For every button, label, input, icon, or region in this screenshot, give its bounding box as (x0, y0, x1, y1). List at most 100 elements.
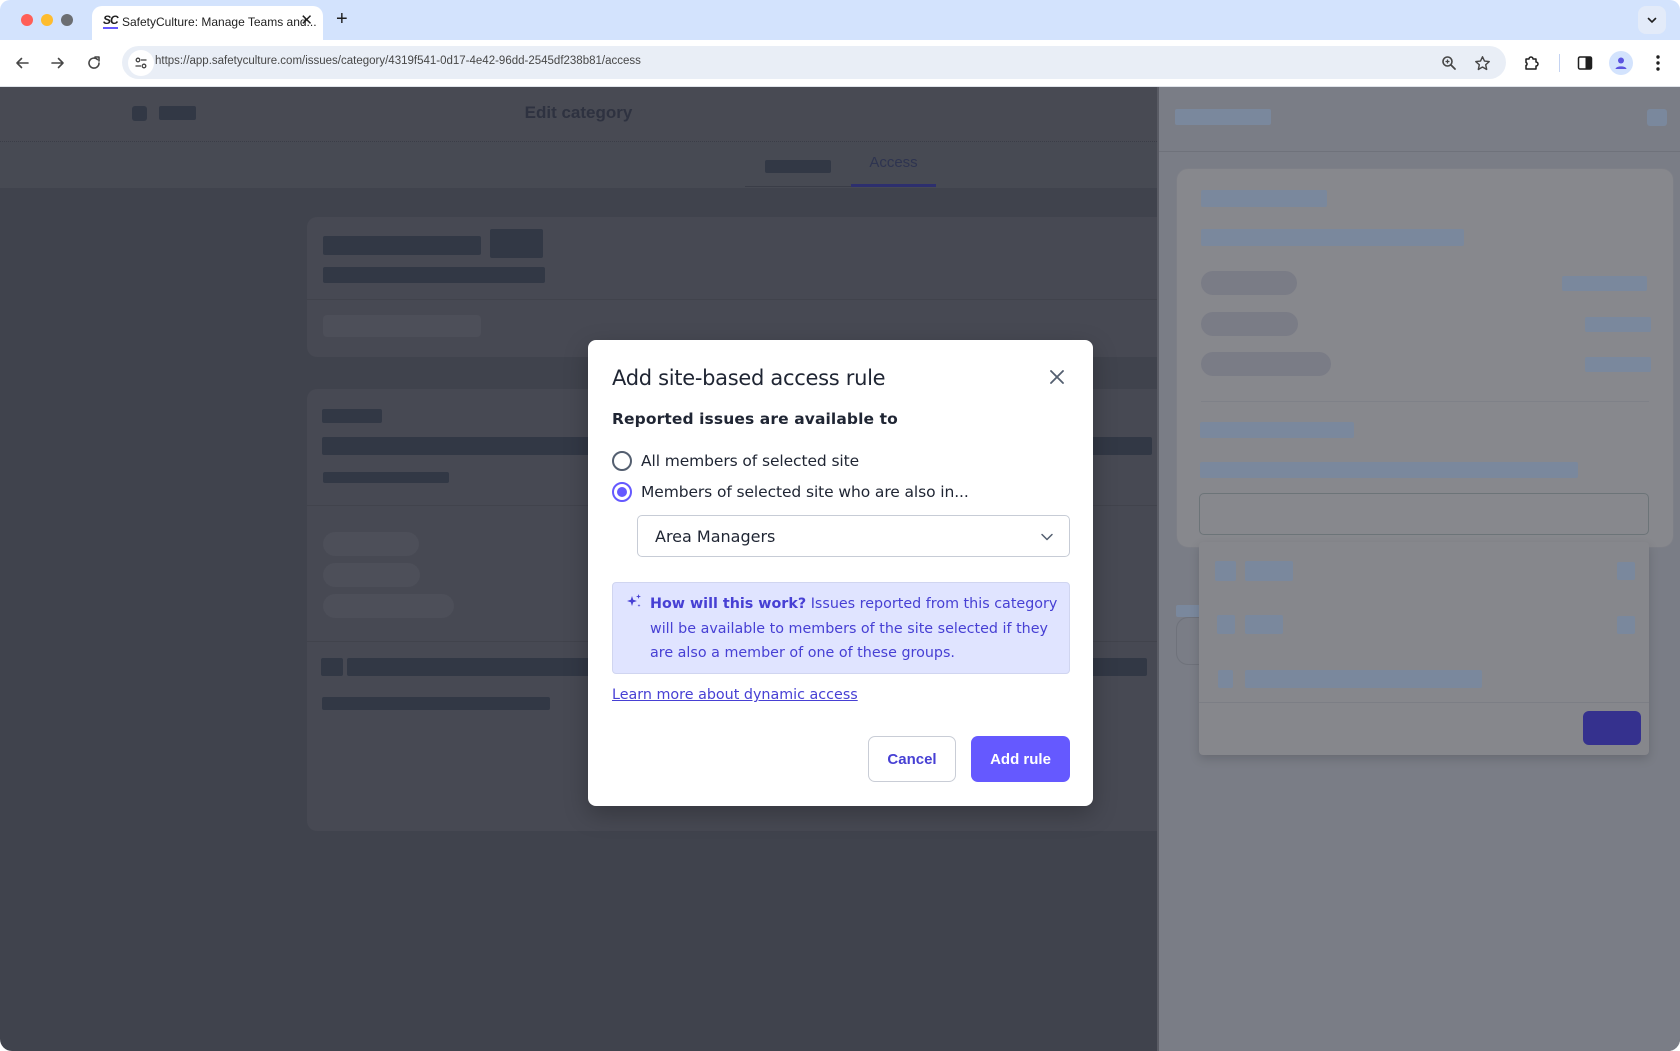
skeleton-badge (490, 229, 543, 258)
tab-search-button[interactable] (1638, 6, 1666, 34)
close-dialog-button[interactable] (1044, 364, 1070, 390)
browser-tab-strip: SC SafetyCulture: Manage Teams and... ✕ … (0, 0, 1680, 40)
skeleton-line (323, 267, 545, 283)
site-settings-icon (135, 57, 147, 69)
sparkle-icon (627, 594, 641, 607)
browser-toolbar: https://app.safetyculture.com/issues/cat… (0, 40, 1680, 87)
skeleton-line (1562, 276, 1647, 291)
profile-icon (1615, 57, 1627, 69)
skeleton-icon (1617, 616, 1635, 634)
side-panel-button[interactable] (1572, 50, 1598, 76)
info-heading: How will this work? (650, 596, 807, 612)
info-callout: How will this work? Issues reported from… (612, 582, 1070, 674)
dropdown-confirm-button[interactable] (1583, 711, 1641, 745)
dialog-title: Add site-based access rule (612, 366, 886, 390)
side-panel-close-skeleton[interactable] (1647, 109, 1667, 126)
star-icon (1474, 55, 1490, 70)
back-arrow-icon (16, 57, 29, 69)
bookmark-button[interactable] (1472, 53, 1492, 73)
learn-more-link[interactable]: Learn more about dynamic access (612, 687, 858, 703)
forward-button[interactable] (45, 50, 71, 76)
radio-unchecked-icon[interactable] (612, 451, 632, 471)
page-title: Edit category (524, 103, 633, 122)
skeleton-line (322, 409, 382, 423)
skeleton-line (323, 236, 481, 255)
more-menu-button[interactable] (1645, 50, 1671, 76)
browser-tab[interactable]: SC SafetyCulture: Manage Teams and... ✕ (92, 6, 323, 40)
skeleton-pill (1201, 271, 1297, 295)
radio-label: Members of selected site who are also in… (641, 483, 969, 501)
skeleton-pill (323, 532, 419, 556)
site-settings-button[interactable] (128, 50, 154, 76)
skeleton-line (1245, 670, 1482, 688)
extensions-button[interactable] (1519, 50, 1545, 76)
side-panel-dropdown (1199, 542, 1649, 755)
reload-icon (88, 56, 100, 69)
skeleton-line (1200, 422, 1354, 438)
skeleton-pill (323, 315, 481, 337)
skeleton-line (1585, 357, 1651, 372)
radio-members-also-in[interactable]: Members of selected site who are also in… (612, 482, 969, 502)
tab-close-icon[interactable]: ✕ (300, 12, 313, 30)
tab-details-skeleton[interactable] (765, 160, 831, 173)
zoom-button[interactable] (1439, 53, 1459, 73)
availability-label: Reported issues are available to (612, 410, 898, 428)
window-maximize-button[interactable] (61, 14, 73, 26)
side-panel-title-skeleton (1175, 109, 1271, 125)
radio-all-members[interactable]: All members of selected site (612, 451, 859, 471)
side-panel-header-divider (1159, 151, 1680, 152)
side-panel-group-select[interactable] (1199, 493, 1649, 535)
close-icon (1050, 370, 1064, 384)
safetyculture-favicon-icon: SC (103, 13, 119, 29)
skeleton-line (1200, 462, 1578, 478)
card-divider (307, 299, 1177, 300)
add-rule-button[interactable]: Add rule (971, 736, 1070, 782)
skeleton-line (1245, 615, 1283, 634)
info-text: How will this work? Issues reported from… (650, 592, 1062, 666)
forward-arrow-icon (51, 57, 64, 69)
skeleton-icon (1617, 562, 1635, 580)
dropdown-option-checkbox[interactable] (1215, 561, 1236, 581)
page-header: Edit category (0, 87, 1157, 142)
skeleton-pill (323, 563, 420, 587)
side-panel-icon (1577, 56, 1593, 70)
active-tab-indicator (851, 184, 936, 187)
radio-label: All members of selected site (641, 452, 860, 470)
dropdown-divider (1199, 702, 1649, 703)
window-close-button[interactable] (21, 14, 33, 26)
chevron-down-icon (1041, 533, 1053, 541)
skeleton-line (1201, 229, 1464, 246)
new-tab-button[interactable]: + (336, 7, 348, 31)
skeleton-line (1245, 561, 1293, 581)
window-minimize-button[interactable] (41, 14, 53, 26)
skeleton-pill (1201, 352, 1331, 376)
dropdown-option-checkbox[interactable] (1217, 615, 1235, 634)
group-select-value: Area Managers (655, 527, 776, 546)
url-text[interactable]: https://app.safetyculture.com/issues/cat… (155, 55, 641, 67)
back-button[interactable] (9, 50, 35, 76)
profile-button[interactable] (1608, 50, 1634, 76)
group-select[interactable]: Area Managers (637, 515, 1070, 557)
tab-access[interactable]: Access (851, 154, 936, 171)
dropdown-option-checkbox[interactable] (1218, 670, 1233, 688)
skeleton-pill (323, 594, 454, 618)
card-divider (1201, 401, 1649, 402)
puzzle-icon (1525, 56, 1539, 70)
skeleton-line (1585, 317, 1651, 332)
skeleton-icon (321, 658, 343, 676)
side-panel (1157, 87, 1680, 1051)
chevron-down-icon (1647, 17, 1657, 24)
category-summary-card (307, 217, 1177, 357)
toolbar-divider (1559, 54, 1560, 72)
reload-button[interactable] (81, 50, 107, 76)
tab-title: SafetyCulture: Manage Teams and... (122, 15, 317, 29)
side-panel-card (1176, 168, 1674, 548)
more-vertical-icon (1656, 55, 1660, 71)
address-bar[interactable]: https://app.safetyculture.com/issues/cat… (122, 46, 1506, 79)
cancel-button[interactable]: Cancel (868, 736, 956, 782)
skeleton-line (1201, 190, 1327, 207)
page-tabs: Access (0, 142, 1157, 188)
skeleton-line (323, 472, 449, 483)
radio-checked-icon[interactable] (612, 482, 632, 502)
skeleton-pill (1201, 312, 1298, 336)
